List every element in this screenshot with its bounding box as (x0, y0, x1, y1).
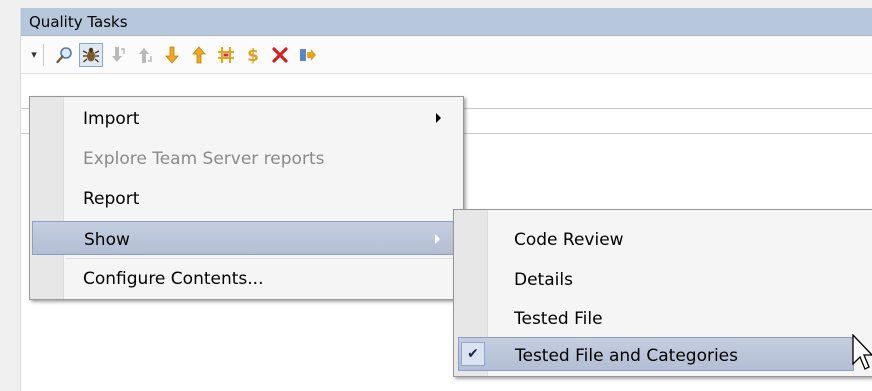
delete-x-icon[interactable] (268, 43, 292, 67)
context-menu: Import Explore Team Server reports Repor… (29, 96, 464, 300)
menu-item-explore-team-server-reports[interactable]: Explore Team Server reports (32, 141, 461, 175)
show-submenu: Code Review Details Tested File ✔ Tested… (453, 209, 872, 377)
export-arrows-icon[interactable] (295, 43, 319, 67)
svg-text:$: $ (247, 46, 259, 65)
toolbar-separator (43, 44, 44, 66)
arrow-up-icon[interactable] (187, 43, 211, 67)
grid-icon[interactable] (214, 43, 238, 67)
submenu-arrow-icon (436, 113, 441, 123)
mouse-pointer-icon (852, 334, 872, 370)
checkmark-icon: ✔ (461, 342, 485, 366)
submenu-item-code-review[interactable]: Code Review (458, 222, 854, 256)
menu-item-import[interactable]: Import (32, 101, 461, 135)
menu-item-label: Report (83, 189, 140, 209)
arrow-down-next-icon[interactable] (106, 43, 130, 67)
submenu-arrow-icon (435, 234, 440, 244)
menu-item-show[interactable]: Show (32, 221, 461, 255)
menu-item-label: Explore Team Server reports (83, 149, 325, 169)
submenu-item-label: Tested File and Categories (515, 346, 739, 366)
dollar-icon[interactable]: $ (241, 43, 265, 67)
submenu-item-label: Details (514, 270, 573, 290)
menu-item-label: Import (83, 109, 140, 129)
submenu-item-label: Tested File (514, 309, 603, 329)
submenu-item-label: Code Review (514, 230, 624, 250)
menu-item-label: Show (84, 230, 130, 250)
menu-item-report[interactable]: Report (32, 181, 461, 215)
submenu-item-tested-file-and-categories[interactable]: ✔ Tested File and Categories (458, 337, 854, 371)
bug-icon[interactable] (79, 43, 103, 67)
submenu-item-details[interactable]: Details (458, 262, 854, 296)
panel-title: Quality Tasks (29, 13, 128, 31)
menu-item-configure-contents[interactable]: Configure Contents... (32, 261, 461, 295)
menu-item-label: Configure Contents... (83, 269, 264, 289)
dropdown-arrow-icon[interactable]: ▾ (27, 45, 41, 65)
arrow-up-previous-icon[interactable] (133, 43, 157, 67)
submenu-item-tested-file[interactable]: Tested File (458, 301, 854, 335)
menu-separator (66, 258, 461, 259)
panel-title-bar: Quality Tasks (21, 8, 872, 36)
arrow-down-icon[interactable] (160, 43, 184, 67)
magnifier-icon[interactable] (53, 43, 77, 67)
toolbar: ▾ $ (21, 36, 872, 74)
